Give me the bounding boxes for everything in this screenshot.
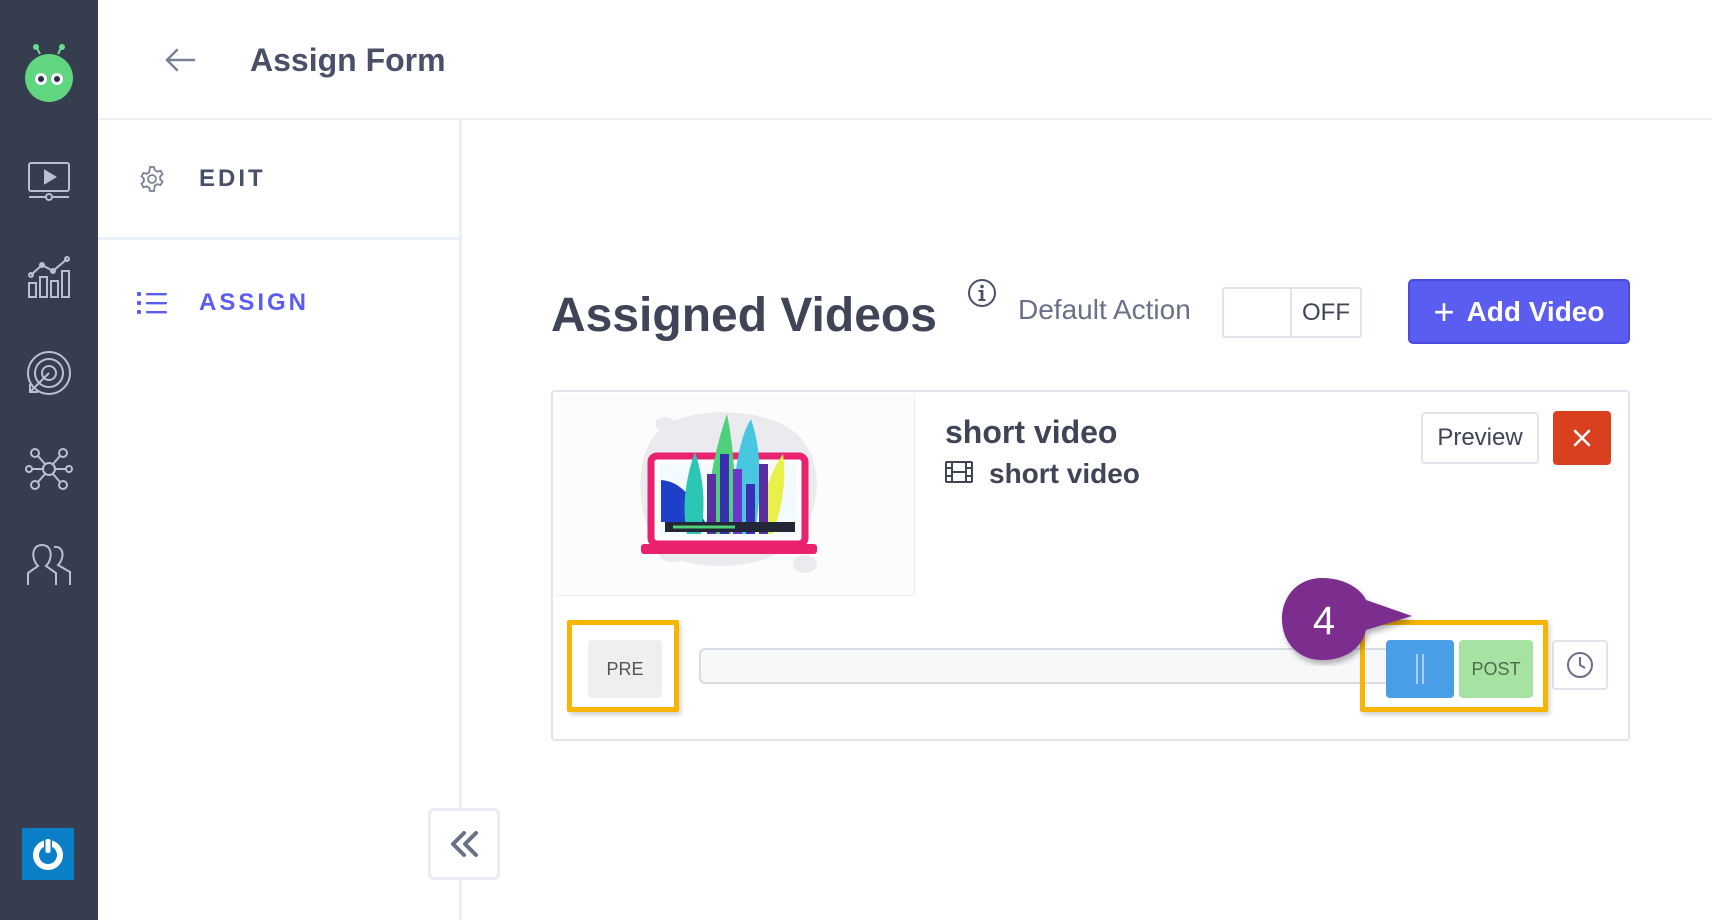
form-sidebar: EDIT ASSIGN [98,120,462,920]
video-thumbnail[interactable] [555,394,915,596]
toggle-state: OFF [1302,298,1350,326]
step-number: 4 [1313,599,1335,643]
arrow-left-icon [165,48,196,72]
pre-roll-button[interactable]: PRE [588,640,662,698]
collapse-sidebar-button[interactable] [428,808,500,880]
users-nav-icon[interactable] [20,536,78,594]
toggle-knob [1224,289,1292,336]
video-source-name: short video [989,458,1140,489]
add-video-button[interactable]: + Add Video [1408,279,1630,344]
preview-button[interactable]: Preview [1421,412,1539,464]
app-logo-icon[interactable] [22,44,76,104]
sidebar-item-edit[interactable]: EDIT [98,120,459,240]
videos-nav-icon[interactable] [20,152,78,210]
clock-icon [1567,652,1593,678]
back-button[interactable] [158,38,202,82]
target-nav-icon[interactable] [20,344,78,402]
plus-icon: + [1433,290,1455,332]
post-roll-button[interactable]: POST [1459,640,1533,698]
video-source: short video [945,458,1140,490]
video-title: short video [945,414,1118,450]
integrations-nav-icon[interactable] [20,440,78,498]
list-icon [136,287,168,319]
sidebar-item-label: ASSIGN [199,289,310,316]
info-icon[interactable] [967,278,997,308]
analytics-nav-icon[interactable] [20,248,78,306]
page-title: Assign Form [250,42,446,78]
close-icon [1573,429,1591,447]
add-video-label: Add Video [1466,295,1605,327]
sidebar-item-label: EDIT [199,164,266,192]
set-time-button[interactable] [1552,640,1608,690]
step-callout: 4 [1280,574,1420,666]
power-icon[interactable] [22,828,74,880]
film-icon [945,460,973,489]
app-nav-rail [0,0,98,920]
double-chevron-left-icon [451,831,478,857]
remove-video-button[interactable] [1553,411,1611,465]
assigned-video-card: short video short video Preview PRE POST [551,390,1630,741]
default-action-label: Default Action [1018,294,1191,325]
section-title: Assigned Videos [551,289,937,342]
gear-icon [136,163,168,195]
sidebar-item-assign[interactable]: ASSIGN [98,243,459,363]
page-header: Assign Form [98,0,1712,120]
default-action-toggle[interactable]: OFF [1222,287,1362,338]
